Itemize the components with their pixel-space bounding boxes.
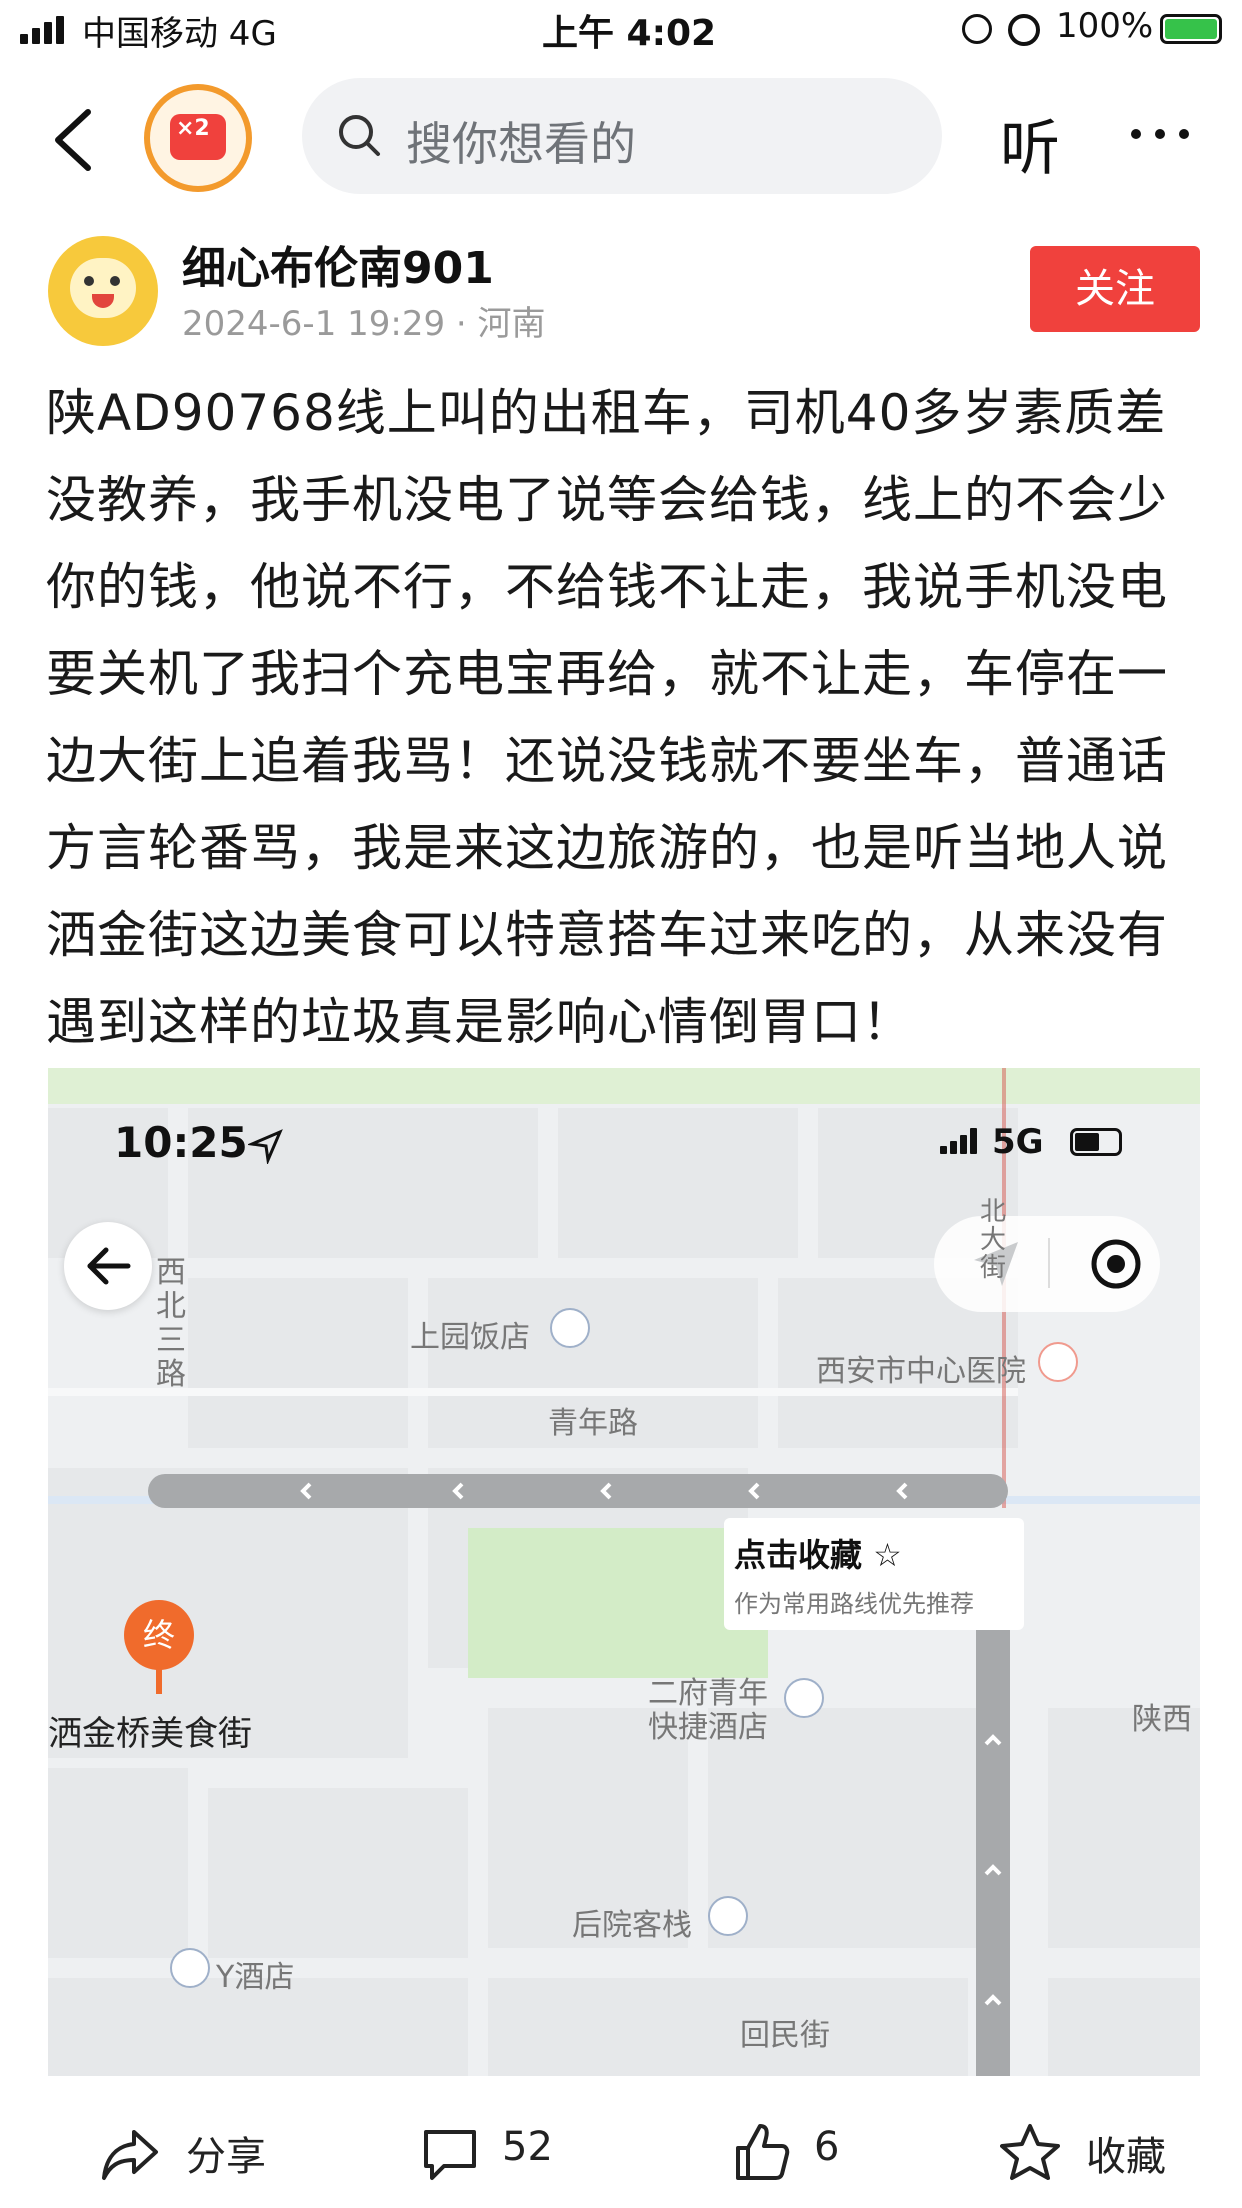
road-label-beidajie: 北大街 bbox=[980, 1197, 1007, 1283]
thumbs-up-icon bbox=[736, 2124, 790, 2180]
map-screenshot[interactable]: 10:25 5G 西北三路 上园饭店 西安市中心医院 青年路 北大街 点击收藏 … bbox=[48, 1068, 1200, 2076]
poi-huiminjie: 回民街 bbox=[740, 2018, 830, 2053]
avatar[interactable] bbox=[48, 236, 158, 346]
road-label-qingnianlu: 青年路 bbox=[548, 1406, 638, 1441]
like-count: 6 bbox=[814, 2124, 840, 2170]
save-route-card[interactable]: 点击收藏 ☆ 作为常用路线优先推荐 bbox=[724, 1518, 1024, 1630]
comment-button[interactable]: 52 bbox=[420, 2102, 620, 2202]
post-meta: 2024-6-1 19:29 · 河南 bbox=[182, 304, 546, 344]
inner-network: 5G bbox=[992, 1122, 1044, 1162]
poi-erfu-2: 快捷酒店 bbox=[648, 1710, 768, 1745]
lock-rotation-icon bbox=[962, 14, 992, 44]
back-button[interactable] bbox=[44, 104, 104, 174]
park-area bbox=[468, 1528, 768, 1678]
inner-battery-icon bbox=[1070, 1128, 1122, 1156]
comment-count: 52 bbox=[502, 2124, 553, 2170]
reward-badge[interactable]: ×2 bbox=[144, 84, 252, 192]
poi-shangyuan: 上园饭店 bbox=[410, 1320, 530, 1355]
listen-button[interactable]: 听 bbox=[1000, 100, 1060, 187]
battery-percent: 100% bbox=[1056, 6, 1154, 46]
route-arrows-vertical bbox=[984, 1734, 1002, 2006]
star-icon bbox=[1000, 2124, 1060, 2180]
road-label-xibeisanlu: 西北三路 bbox=[156, 1255, 186, 1392]
poi-y-hotel: Y酒店 bbox=[216, 1960, 295, 1995]
more-button[interactable] bbox=[1128, 126, 1192, 142]
poi-hospital: 西安市中心医院 bbox=[816, 1354, 1026, 1389]
hotel-icon bbox=[784, 1678, 824, 1718]
author-name[interactable]: 细心布伦南901 bbox=[182, 232, 494, 296]
search-bar[interactable]: 搜你想看的 bbox=[302, 78, 942, 194]
hotel-icon bbox=[170, 1948, 210, 1988]
share-icon bbox=[102, 2130, 158, 2180]
action-bar: 分享 52 6 收藏 bbox=[0, 2102, 1242, 2208]
location-arrow-icon bbox=[248, 1129, 283, 1164]
chevron-left-icon bbox=[55, 109, 91, 171]
battery-icon bbox=[1160, 14, 1222, 44]
badge-text: ×2 bbox=[176, 116, 210, 141]
like-button[interactable]: 6 bbox=[734, 2102, 894, 2202]
hotel-icon bbox=[550, 1308, 590, 1348]
inner-signal-icon bbox=[940, 1128, 980, 1154]
map-back-button[interactable] bbox=[64, 1222, 152, 1310]
hospital-icon bbox=[1038, 1342, 1078, 1382]
save-route-title: 点击收藏 ☆ bbox=[734, 1536, 902, 1574]
inner-time: 10:25 bbox=[114, 1118, 248, 1167]
locate-icon[interactable] bbox=[1088, 1236, 1144, 1292]
post-body: 陕AD90768线上叫的出租车，司机40多岁素质差没教养，我手机没电了说等会给钱… bbox=[46, 384, 1168, 1051]
status-time: 上午 4:02 bbox=[542, 13, 717, 54]
search-icon bbox=[339, 115, 380, 156]
route-arrows bbox=[300, 1482, 908, 1500]
signal-icon bbox=[20, 14, 70, 44]
destination-label: 洒金桥美食街 bbox=[48, 1714, 252, 1754]
share-button[interactable]: 分享 bbox=[100, 2102, 300, 2202]
favorite-button[interactable]: 收藏 bbox=[1000, 2102, 1200, 2202]
end-marker-label: 终 bbox=[142, 1616, 175, 1654]
poi-houyuan: 后院客栈 bbox=[572, 1908, 692, 1943]
search-placeholder: 搜你想看的 bbox=[406, 117, 636, 171]
hotel-icon bbox=[708, 1896, 748, 1936]
alarm-icon bbox=[1008, 14, 1040, 46]
save-route-subtitle: 作为常用路线优先推荐 bbox=[734, 1590, 974, 1618]
status-bar: 中国移动 4G 上午 4:02 100% bbox=[0, 0, 1242, 64]
poi-shaanxi: 陕西 bbox=[1132, 1702, 1192, 1737]
favorite-label: 收藏 bbox=[1086, 2134, 1166, 2180]
end-marker[interactable]: 终 bbox=[124, 1600, 194, 1670]
more-icon bbox=[1131, 129, 1189, 139]
arrow-left-icon bbox=[87, 1247, 131, 1285]
share-label: 分享 bbox=[186, 2134, 266, 2180]
comment-icon bbox=[424, 2130, 476, 2180]
follow-button[interactable]: 关注 bbox=[1030, 246, 1200, 332]
carrier-label: 中国移动 4G bbox=[82, 14, 277, 54]
